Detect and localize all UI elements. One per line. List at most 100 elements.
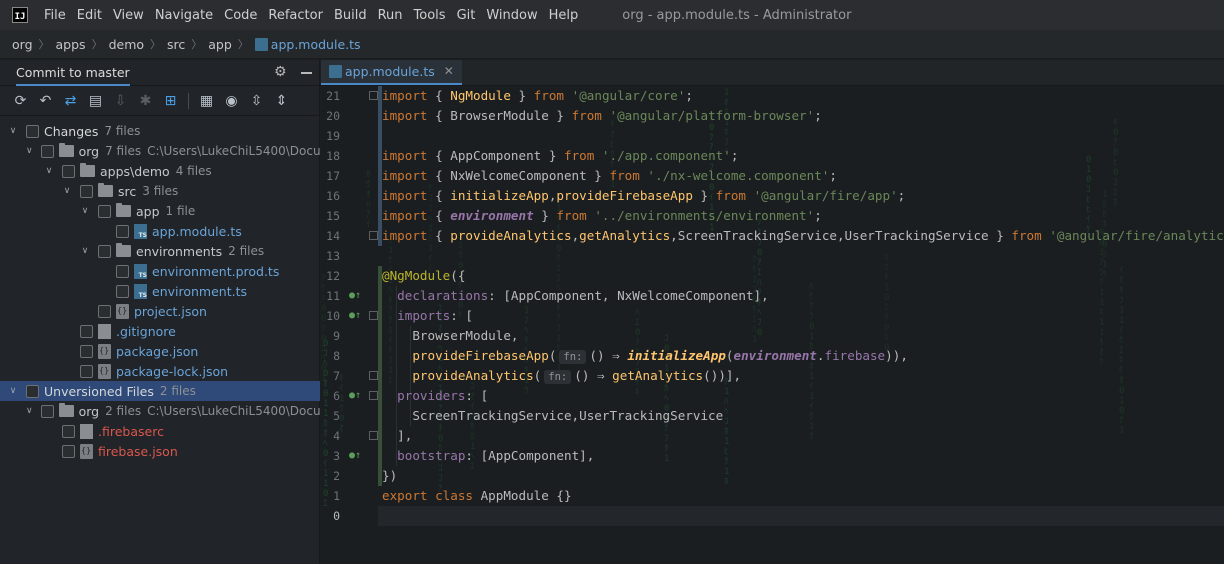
- code-text[interactable]: import { NgModule } from '@angular/core'…: [382, 87, 1224, 564]
- code-line[interactable]: export class AppModule {}: [382, 486, 572, 506]
- tree-row[interactable]: ∨ Changes 7 files: [0, 121, 320, 141]
- tree-row[interactable]: ∨ src 3 files: [0, 181, 320, 201]
- menu-tools[interactable]: Tools: [414, 8, 446, 23]
- code-line[interactable]: provideAnalytics(fn:() ⇒ getAnalytics())…: [382, 366, 741, 386]
- code-line[interactable]: import { environment } from '../environm…: [382, 206, 822, 226]
- implemented-property-icon[interactable]: ●↑: [349, 290, 361, 302]
- tree-row[interactable]: environment.prod.ts: [0, 261, 320, 281]
- line-number[interactable]: 21: [321, 86, 340, 106]
- menu-git[interactable]: Git: [457, 8, 476, 23]
- menu-file[interactable]: File: [44, 8, 66, 23]
- implemented-property-icon[interactable]: ●↑: [349, 310, 361, 322]
- include-checkbox[interactable]: [62, 444, 75, 458]
- include-checkbox[interactable]: [40, 144, 54, 158]
- tree-row[interactable]: package.json: [0, 341, 320, 361]
- include-checkbox[interactable]: [116, 264, 129, 278]
- menu-help[interactable]: Help: [549, 8, 579, 23]
- tab-commit[interactable]: Commit to master: [16, 60, 130, 86]
- line-number[interactable]: 3: [321, 446, 340, 466]
- line-number[interactable]: 2: [321, 466, 340, 486]
- include-checkbox[interactable]: [80, 324, 93, 338]
- code-line[interactable]: import { NgModule } from '@angular/core'…: [382, 86, 693, 106]
- group-by-icon[interactable]: ⊞: [163, 93, 179, 109]
- breadcrumb-item-apps[interactable]: apps: [56, 37, 86, 52]
- chevron-down-icon[interactable]: ∨: [62, 186, 72, 196]
- include-checkbox[interactable]: [116, 284, 129, 298]
- fold-marker-icon[interactable]: [369, 391, 378, 400]
- chevron-down-icon[interactable]: ∨: [26, 406, 33, 416]
- include-checkbox[interactable]: [116, 224, 129, 238]
- line-number[interactable]: 15: [321, 206, 340, 226]
- include-checkbox[interactable]: [98, 244, 111, 258]
- include-checkbox[interactable]: [80, 344, 93, 358]
- menu-view[interactable]: View: [113, 8, 144, 23]
- code-line[interactable]: import { initializeApp,provideFirebaseAp…: [382, 186, 905, 206]
- line-number[interactable]: 5: [321, 406, 340, 426]
- code-line[interactable]: import { AppComponent } from './app.comp…: [382, 146, 738, 166]
- fold-marker-icon[interactable]: [369, 371, 378, 380]
- line-number[interactable]: 16: [321, 186, 340, 206]
- chevron-down-icon[interactable]: ∨: [44, 166, 54, 176]
- tree-row[interactable]: ∨ org 2 files C:\Users\LukeChiL5400\Docume: [0, 401, 320, 421]
- tree-row[interactable]: ∨ Unversioned Files 2 files: [0, 381, 320, 401]
- fold-marker-icon[interactable]: [369, 311, 378, 320]
- tree-row[interactable]: ∨ apps\demo 4 files: [0, 161, 320, 181]
- code-line[interactable]: imports: [: [382, 306, 473, 326]
- menu-window[interactable]: Window: [486, 8, 537, 23]
- tree-row[interactable]: .gitignore: [0, 321, 320, 341]
- tree-row[interactable]: ∨ environments 2 files: [0, 241, 320, 261]
- editor-tab-app-module[interactable]: app.module.ts ✕: [321, 60, 462, 85]
- refresh-icon[interactable]: ⟳: [13, 93, 29, 109]
- line-number[interactable]: 12: [321, 266, 340, 286]
- menu-build[interactable]: Build: [334, 8, 367, 23]
- tree-row[interactable]: ∨ org 7 files C:\Users\LukeChiL5400\Docume: [0, 141, 320, 161]
- minimize-icon[interactable]: [301, 72, 312, 74]
- rollback-icon[interactable]: ↶: [38, 93, 54, 109]
- include-checkbox[interactable]: [26, 124, 39, 138]
- code-area[interactable]: ｸ ｹ 1 ﾌ 0 ｷ ｴ ﾊ 1 ｲ ｺ ｹ ｲ 1 ﾍ ﾎ ｱ ｸ ﾎ ｲ …: [321, 86, 1224, 564]
- code-line[interactable]: import { NxWelcomeComponent } from './nx…: [382, 166, 837, 186]
- tree-row[interactable]: package-lock.json: [0, 361, 320, 381]
- include-checkbox[interactable]: [98, 204, 111, 218]
- breadcrumb-item-demo[interactable]: demo: [109, 37, 144, 52]
- show-diff-icon[interactable]: ▤: [88, 93, 104, 109]
- chevron-down-icon[interactable]: ∨: [80, 206, 90, 216]
- code-line[interactable]: declarations: [AppComponent, NxWelcomeCo…: [382, 286, 769, 306]
- code-line[interactable]: bootstrap: [AppComponent],: [382, 446, 594, 466]
- code-line[interactable]: ],: [382, 426, 412, 446]
- code-line[interactable]: import { provideAnalytics,getAnalytics,S…: [382, 226, 1224, 246]
- breadcrumb-item-app[interactable]: app: [208, 37, 232, 52]
- line-number[interactable]: 1: [321, 486, 340, 506]
- tree-row[interactable]: app.module.ts: [0, 221, 320, 241]
- gear-icon[interactable]: ⚙: [274, 64, 288, 80]
- menu-edit[interactable]: Edit: [77, 8, 102, 23]
- line-number[interactable]: 6: [321, 386, 340, 406]
- code-line[interactable]: ScreenTrackingService,UserTrackingServic…: [382, 406, 723, 426]
- tree-row[interactable]: project.json: [0, 301, 320, 321]
- fold-marker-icon[interactable]: [369, 431, 378, 440]
- line-number[interactable]: 11: [321, 286, 340, 306]
- close-icon[interactable]: ✕: [444, 64, 454, 78]
- collapse-all-icon[interactable]: ⇕: [274, 93, 290, 109]
- include-checkbox[interactable]: [26, 384, 39, 398]
- line-number[interactable]: 13: [321, 246, 340, 266]
- include-checkbox[interactable]: [80, 184, 93, 198]
- tree-row[interactable]: firebase.json: [0, 441, 320, 461]
- expand-all-icon[interactable]: ⇳: [249, 93, 265, 109]
- code-line[interactable]: import { BrowserModule } from '@angular/…: [382, 106, 822, 126]
- code-line[interactable]: provideFirebaseApp(fn:() ⇒ initializeApp…: [382, 346, 908, 366]
- implemented-property-icon[interactable]: ●↑: [349, 390, 361, 402]
- chevron-down-icon[interactable]: ∨: [8, 126, 18, 136]
- line-number[interactable]: 17: [321, 166, 340, 186]
- view-options-icon[interactable]: ▦: [199, 93, 215, 109]
- include-checkbox[interactable]: [98, 304, 111, 318]
- include-checkbox[interactable]: [40, 404, 54, 418]
- include-checkbox[interactable]: [62, 164, 75, 178]
- diff-icon[interactable]: ⇄: [63, 93, 79, 109]
- breadcrumb-item-org[interactable]: org: [12, 37, 33, 52]
- fold-marker-icon[interactable]: [369, 91, 378, 100]
- code-line[interactable]: @NgModule({: [382, 266, 465, 286]
- line-number[interactable]: 19: [321, 126, 340, 146]
- breadcrumb-item-src[interactable]: src: [167, 37, 185, 52]
- line-number[interactable]: 0: [321, 506, 340, 526]
